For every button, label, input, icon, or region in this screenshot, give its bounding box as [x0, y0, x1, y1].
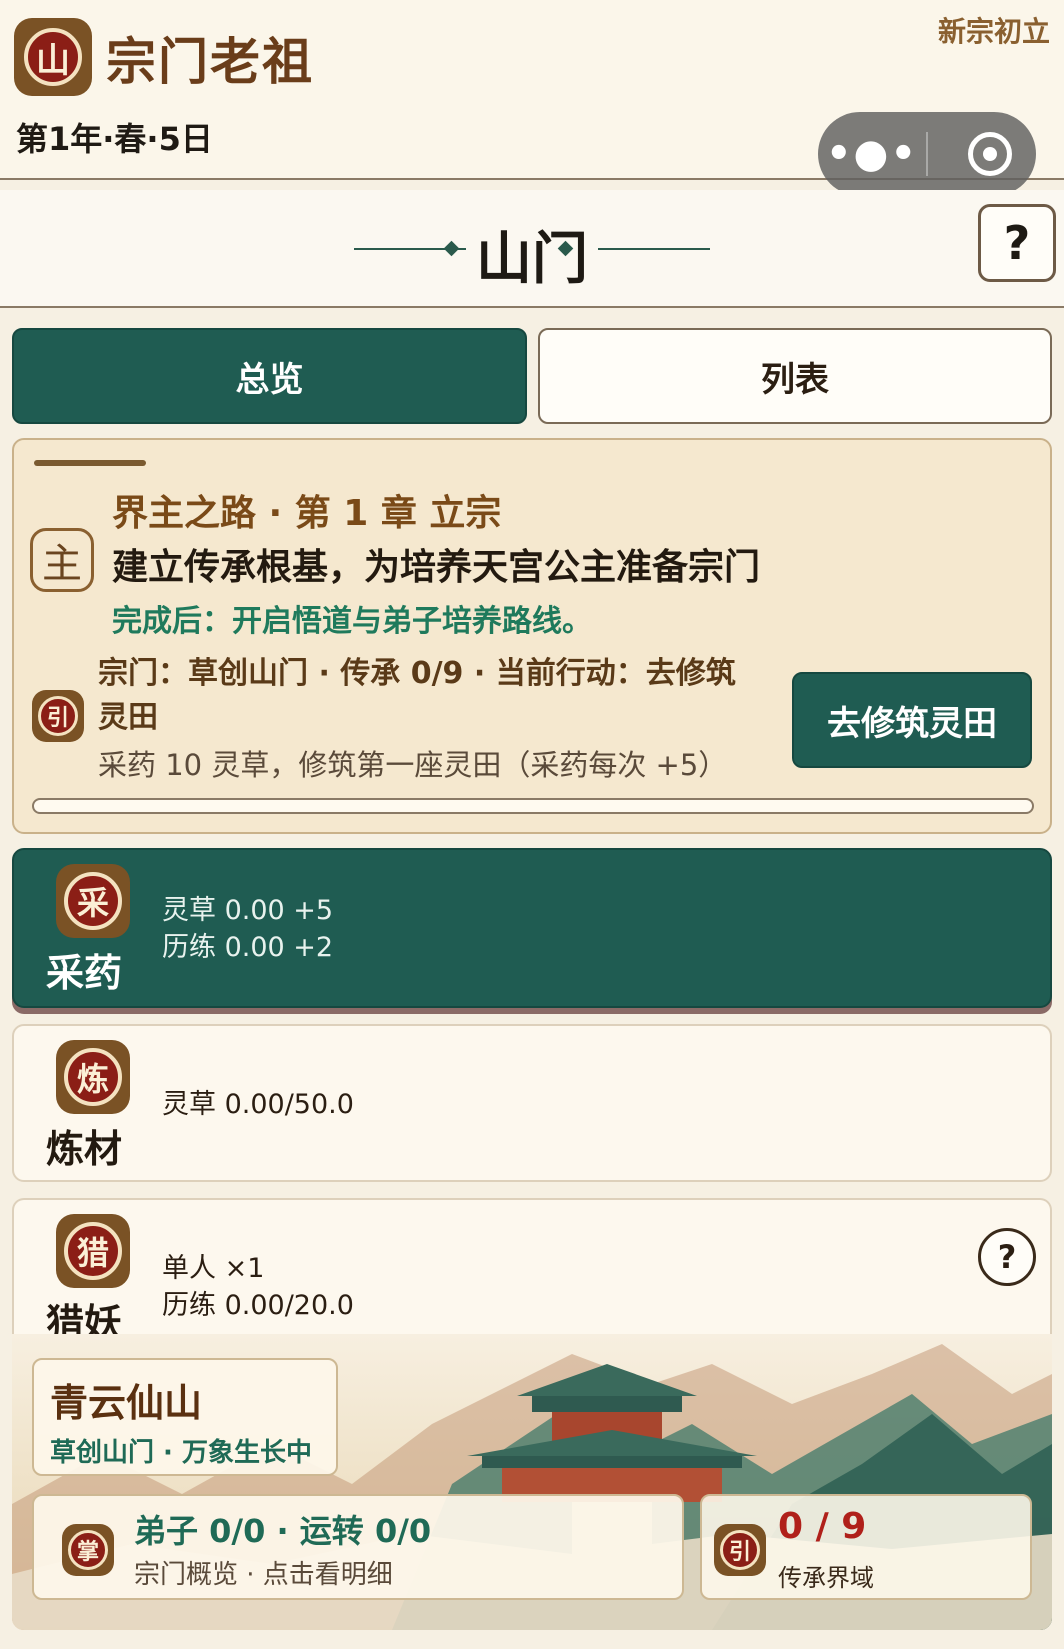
location-card[interactable]: 青云仙山 草创山门 · 万象生长中 [32, 1358, 338, 1476]
action-stats: 单人 ×1 历练 0.00/20.0 [162, 1250, 354, 1324]
refine-icon-char: 炼 [64, 1048, 122, 1106]
hunt-icon-char: 猎 [64, 1222, 122, 1280]
main-quest-card: 主 界主之路 · 第 1 章 立宗 建立传承根基，为培养天宫公主准备宗门 完成后… [12, 438, 1052, 834]
miniprogram-capsule: •●• [818, 112, 1036, 196]
game-date: 第1年·春·5日 [16, 120, 213, 158]
action-stats: 灵草 0.00 +5 历练 0.00 +2 [162, 892, 333, 966]
guide-seal-icon: 引 [32, 690, 84, 742]
gather-herb-icon: 采 [56, 864, 130, 938]
logo-char: 山 [24, 28, 82, 86]
quest-reward: 完成后：开启悟道与弟子培养路线。 [112, 604, 592, 639]
quest-progress-bar [32, 798, 1034, 814]
page-title: 山门 [476, 227, 588, 292]
location-name: 青云仙山 [50, 1381, 203, 1425]
hunt-icon: 猎 [56, 1214, 130, 1288]
app-title: 宗门老祖 [106, 33, 314, 91]
legacy-count: 0 / 9 [778, 1506, 867, 1547]
tab-list[interactable]: 列表 [538, 328, 1052, 424]
action-stat-line: 灵草 0.00/50.0 [162, 1089, 354, 1120]
title-ornament-right [598, 248, 710, 250]
capsule-divider [926, 132, 928, 176]
ornament-diamond [443, 240, 460, 257]
legacy-realm-card[interactable]: 引 0 / 9 传承界域 [700, 1494, 1032, 1600]
refine-icon: 炼 [56, 1040, 130, 1114]
hunt-help-button[interactable]: ? [978, 1228, 1036, 1286]
mountain-seal-icon: 山 [14, 18, 92, 96]
action-stat-line: 灵草 0.00 +5 [162, 895, 334, 926]
guide-seal-icon: 引 [714, 1524, 766, 1576]
sect-stage-tag: 新宗初立 [937, 15, 1050, 48]
section-header: 山门 ? [0, 190, 1064, 308]
action-stats: 灵草 0.00/50.0 [162, 1086, 354, 1123]
action-gather-herbs[interactable]: 采 采药 灵草 0.00 +5 历练 0.00 +2 [12, 848, 1052, 1008]
sect-overview-card[interactable]: 掌 弟子 0/0 · 运转 0/0 宗门概览 · 点击看明细 [32, 1494, 684, 1600]
close-circle-icon[interactable] [968, 132, 1012, 176]
sect-master-icon: 掌 [62, 1524, 114, 1576]
quest-chapter: 界主之路 · 第 1 章 立宗 [112, 493, 502, 534]
action-name: 采药 [46, 951, 123, 995]
disciple-stats: 弟子 0/0 · 运转 0/0 [134, 1512, 432, 1550]
action-refine-materials[interactable]: 炼 炼材 灵草 0.00/50.0 [12, 1024, 1052, 1182]
guide-char: 引 [38, 696, 78, 736]
go-build-field-button[interactable]: 去修筑灵田 [792, 672, 1032, 768]
tab-overview[interactable]: 总览 [12, 328, 527, 424]
overview-hint: 宗门概览 · 点击看明细 [134, 1560, 393, 1590]
action-stat-line: 历练 0.00/20.0 [162, 1290, 354, 1321]
action-stat-line: 历练 0.00 +2 [162, 932, 334, 963]
sect-master-char: 掌 [68, 1530, 108, 1570]
main-quest-icon: 主 [30, 528, 94, 592]
help-button[interactable]: ? [978, 204, 1056, 282]
quest-status: 宗门：草创山门 · 传承 0/9 · 当前行动：去修筑灵田 [98, 656, 736, 735]
gather-icon-char: 采 [64, 872, 122, 930]
sect-landscape-panel[interactable]: 青云仙山 草创山门 · 万象生长中 掌 弟子 0/0 · 运转 0/0 宗门概览… [12, 1334, 1052, 1630]
quest-hint: 采药 10 灵草，修筑第一座灵田（采药每次 +5） [98, 748, 728, 782]
action-name: 炼材 [46, 1127, 123, 1171]
legacy-char: 引 [720, 1530, 760, 1570]
quest-goal: 建立传承根基，为培养天宫公主准备宗门 [112, 547, 761, 588]
action-hunt-demons[interactable]: 猎 猎妖 单人 ×1 历练 0.00/20.0 ? [12, 1198, 1052, 1348]
more-dots-icon[interactable]: •●• [818, 112, 926, 196]
location-status: 草创山门 · 万象生长中 [50, 1438, 312, 1468]
quest-card-accent [34, 460, 146, 466]
legacy-label: 传承界域 [778, 1564, 874, 1592]
action-stat-line: 单人 ×1 [162, 1253, 265, 1284]
